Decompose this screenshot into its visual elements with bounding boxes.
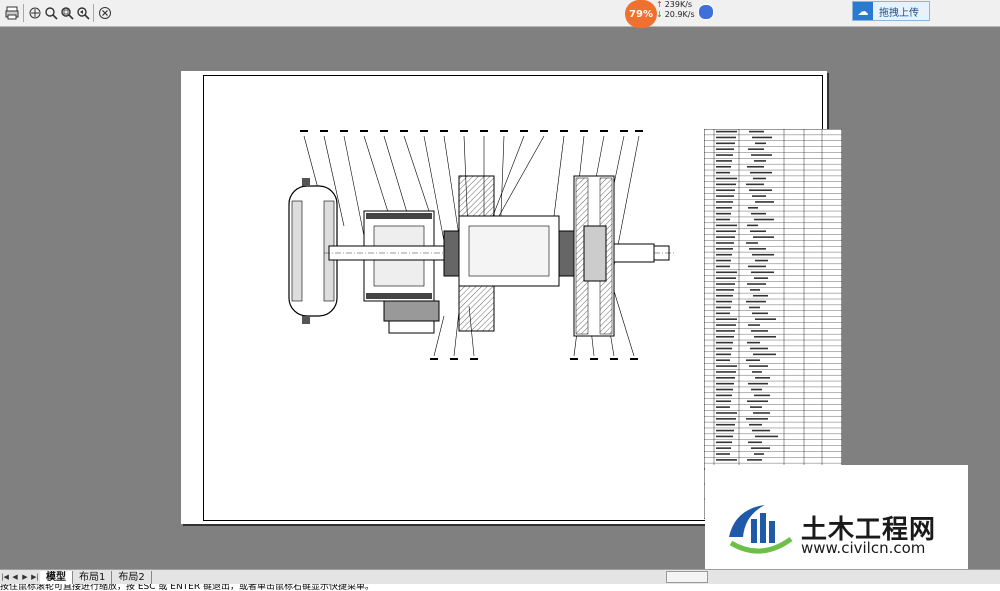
toolbar-separator xyxy=(93,4,94,22)
print-icon[interactable] xyxy=(4,5,20,21)
watermark-url: www.civilcn.com xyxy=(801,539,926,557)
upload-arrow-icon: ↑ xyxy=(656,0,663,9)
upload-button[interactable]: ☁ 拖拽上传 xyxy=(852,1,930,21)
first-tab-arrow-icon[interactable]: |◀ xyxy=(0,571,10,583)
pan-icon[interactable] xyxy=(27,5,43,21)
netspeed-percent-badge[interactable]: 79% xyxy=(625,0,657,28)
layout-paper xyxy=(181,71,842,524)
close-icon[interactable] xyxy=(97,5,113,21)
civil-logo-icon xyxy=(729,505,793,554)
upload-label: 拖拽上传 xyxy=(879,7,919,19)
tab-model[interactable]: 模型 xyxy=(40,570,73,584)
tab-layout2[interactable]: 布局2 xyxy=(112,570,152,584)
horizontal-scrollbar[interactable] xyxy=(666,571,708,583)
zoom-icon[interactable] xyxy=(43,5,59,21)
toolbar: 79% ↑ 239K/s ↓ 20.9K/s ☁ 拖拽上传 xyxy=(0,0,1000,28)
toolbar-separator xyxy=(23,4,24,22)
upload-speed: 239K/s xyxy=(664,0,693,9)
accelerator-ball-icon[interactable] xyxy=(698,4,714,20)
tab-layout1[interactable]: 布局1 xyxy=(73,570,113,584)
command-line: 按住鼠标滚轮可直接进行缩放，按 ESC 或 ENTER 键退出，或者单击鼠标右键… xyxy=(0,584,1000,591)
zoom-previous-icon[interactable] xyxy=(75,5,91,21)
download-arrow-icon: ↓ xyxy=(656,10,663,19)
last-tab-arrow-icon[interactable]: ▶| xyxy=(30,571,40,583)
next-tab-arrow-icon[interactable]: ▶ xyxy=(20,571,30,583)
drawing-frame xyxy=(203,75,842,521)
download-speed: 20.9K/s xyxy=(664,10,695,19)
prev-tab-arrow-icon[interactable]: ◀ xyxy=(10,571,20,583)
bill-of-materials-table xyxy=(704,129,842,519)
shaft-assembly-drawing xyxy=(288,130,674,360)
cloud-icon: ☁ xyxy=(853,2,873,20)
layout-tab-bar: |◀ ◀ ▶ ▶| 模型 布局1 布局2 xyxy=(0,569,1000,584)
zoom-window-icon[interactable] xyxy=(59,5,75,21)
